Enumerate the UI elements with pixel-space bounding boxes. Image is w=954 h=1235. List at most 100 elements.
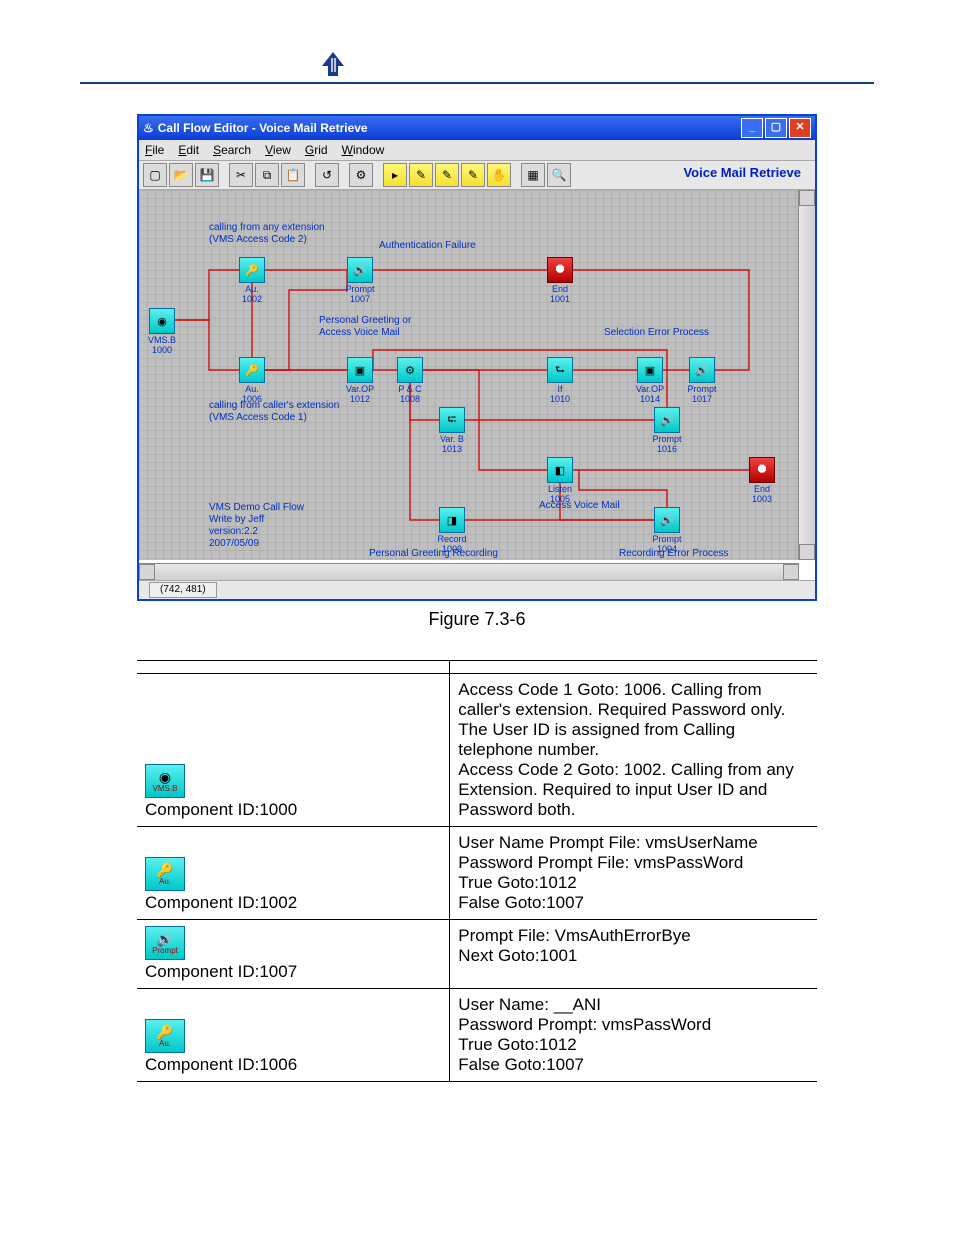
component-icon: 🔑Au.: [145, 857, 185, 891]
meta-3: version:2.2: [209, 526, 258, 537]
cap-1013: 1013: [442, 444, 462, 454]
node-1016[interactable]: 🔊: [654, 407, 680, 433]
cap-1004: 1004: [657, 544, 677, 554]
cap-1012-l: Var.OP: [346, 384, 374, 394]
horizontal-scrollbar[interactable]: [139, 563, 799, 580]
table-row: 🔑Au.Component ID:1006User Name: __ANI Pa…: [137, 989, 817, 1082]
menu-view[interactable]: View: [265, 143, 291, 157]
cap-1016-l: Prompt: [652, 434, 681, 444]
component-desc: User Name: __ANI Password Prompt: vmsPas…: [450, 989, 817, 1082]
node-1007[interactable]: 🔊: [347, 257, 373, 283]
cap-1004-l: Prompt: [652, 534, 681, 544]
cap-1006-l: Au.: [245, 384, 259, 394]
cap-1002: 1002: [242, 294, 262, 304]
cap-1016: 1016: [657, 444, 677, 454]
open-icon[interactable]: 📂: [169, 163, 193, 187]
menu-window[interactable]: Window: [342, 143, 385, 157]
close-button[interactable]: ✕: [789, 118, 811, 138]
menu-edit[interactable]: Edit: [178, 143, 199, 157]
cap-1008: 1008: [400, 394, 420, 404]
menu-file[interactable]: File: [145, 143, 164, 157]
hand-icon[interactable]: ✋: [487, 163, 511, 187]
settings-icon[interactable]: ⚙: [349, 163, 373, 187]
anno-ext1-1: calling from caller's extension: [209, 400, 339, 411]
node-1010[interactable]: ⮑: [547, 357, 573, 383]
cap-1005-l: Listen: [548, 484, 572, 494]
meta-2: Write by Jeff: [209, 514, 264, 525]
cap-1001-l: End: [552, 284, 568, 294]
minimize-button[interactable]: _: [741, 118, 763, 138]
cap-1007-l: Prompt: [345, 284, 374, 294]
new-icon[interactable]: ▢: [143, 163, 167, 187]
cap-1003-l: End: [754, 484, 770, 494]
cap-1005: 1005: [550, 494, 570, 504]
anno-selerr: Selection Error Process: [604, 327, 709, 338]
table-row: 🔊PromptComponent ID:1007 Prompt File: Vms…: [137, 920, 817, 989]
node-1005[interactable]: ◧: [547, 457, 573, 483]
menu-search[interactable]: Search: [213, 143, 251, 157]
statusbar: (742, 481): [139, 580, 815, 599]
pointer-icon[interactable]: ▸: [383, 163, 407, 187]
grid-icon[interactable]: ▦: [521, 163, 545, 187]
node-1002[interactable]: 🔑: [239, 257, 265, 283]
node-1014[interactable]: ▣: [637, 357, 663, 383]
cap-1001: 1001: [550, 294, 570, 304]
component-icon: 🔊Prompt: [145, 926, 185, 960]
up-arrow-icon: [320, 50, 346, 78]
cap-1012: 1012: [350, 394, 370, 404]
figure-caption: Figure 7.3-6: [80, 609, 874, 630]
draw1-icon[interactable]: ✎: [409, 163, 433, 187]
page-header: [80, 50, 874, 84]
draw2-icon[interactable]: ✎: [435, 163, 459, 187]
node-1001[interactable]: ⯃: [547, 257, 573, 283]
draw3-icon[interactable]: ✎: [461, 163, 485, 187]
cap-1006: 1006: [242, 394, 262, 404]
undo-icon[interactable]: ↺: [315, 163, 339, 187]
node-1003[interactable]: ⯃: [749, 457, 775, 483]
zoom-icon[interactable]: 🔍: [547, 163, 571, 187]
app-icon: ♨: [143, 121, 154, 135]
component-table: ◉VMS.BComponent ID:1000Access Code 1 Got…: [137, 660, 817, 1082]
component-id-label: Component ID:1007: [145, 962, 441, 982]
cap-1014: 1014: [640, 394, 660, 404]
cap-1008-l: P & C: [398, 384, 421, 394]
node-1004[interactable]: 🔊: [654, 507, 680, 533]
node-1008[interactable]: ⚙: [397, 357, 423, 383]
maximize-button[interactable]: ▢: [765, 118, 787, 138]
node-1000[interactable]: ◉: [149, 308, 175, 334]
toolbar-title: Voice Mail Retrieve: [683, 165, 801, 180]
app-screenshot: ♨ Call Flow Editor - Voice Mail Retrieve…: [137, 114, 817, 601]
cap-1017-l: Prompt: [687, 384, 716, 394]
paste-icon[interactable]: 📋: [281, 163, 305, 187]
cap-1000-l: VMS.B: [148, 335, 176, 345]
flow-canvas[interactable]: calling from any extension (VMS Access C…: [139, 190, 799, 560]
cut-icon[interactable]: ✂: [229, 163, 253, 187]
component-desc: Prompt File: VmsAuthErrorBye Next Goto:1…: [450, 920, 817, 989]
node-1006[interactable]: 🔑: [239, 357, 265, 383]
copy-icon[interactable]: ⧉: [255, 163, 279, 187]
status-coords: (742, 481): [149, 582, 217, 598]
cap-1009: 1009: [442, 544, 462, 554]
node-1013[interactable]: ⮓: [439, 407, 465, 433]
cap-1010-l: If: [557, 384, 562, 394]
menubar: File Edit Search View Grid Window: [139, 140, 815, 161]
component-id-label: Component ID:1002: [145, 893, 441, 913]
window-titlebar: ♨ Call Flow Editor - Voice Mail Retrieve…: [139, 116, 815, 140]
component-icon: ◉VMS.B: [145, 764, 185, 798]
toolbar: ▢ 📂 💾 ✂ ⧉ 📋 ↺ ⚙ ▸ ✎ ✎ ✎ ✋ ▦ 🔍 Voice Mail…: [139, 161, 815, 190]
cap-1002-l: Au.: [245, 284, 259, 294]
component-id-label: Component ID:1006: [145, 1055, 441, 1075]
window-title: Call Flow Editor - Voice Mail Retrieve: [158, 121, 368, 135]
cap-1013-l: Var. B: [440, 434, 464, 444]
meta-1: VMS Demo Call Flow: [209, 502, 304, 513]
anno-pgr: Personal Greeting Recording: [369, 548, 498, 559]
vertical-scrollbar[interactable]: [798, 190, 815, 560]
table-row: 🔑Au.Component ID:1002User Name Prompt Fi…: [137, 827, 817, 920]
node-1017[interactable]: 🔊: [689, 357, 715, 383]
menu-grid[interactable]: Grid: [305, 143, 328, 157]
node-1009[interactable]: ◨: [439, 507, 465, 533]
save-icon[interactable]: 💾: [195, 163, 219, 187]
node-1012[interactable]: ▣: [347, 357, 373, 383]
anno-ext2-1: calling from any extension: [209, 222, 325, 233]
meta-4: 2007/05/09: [209, 538, 259, 549]
